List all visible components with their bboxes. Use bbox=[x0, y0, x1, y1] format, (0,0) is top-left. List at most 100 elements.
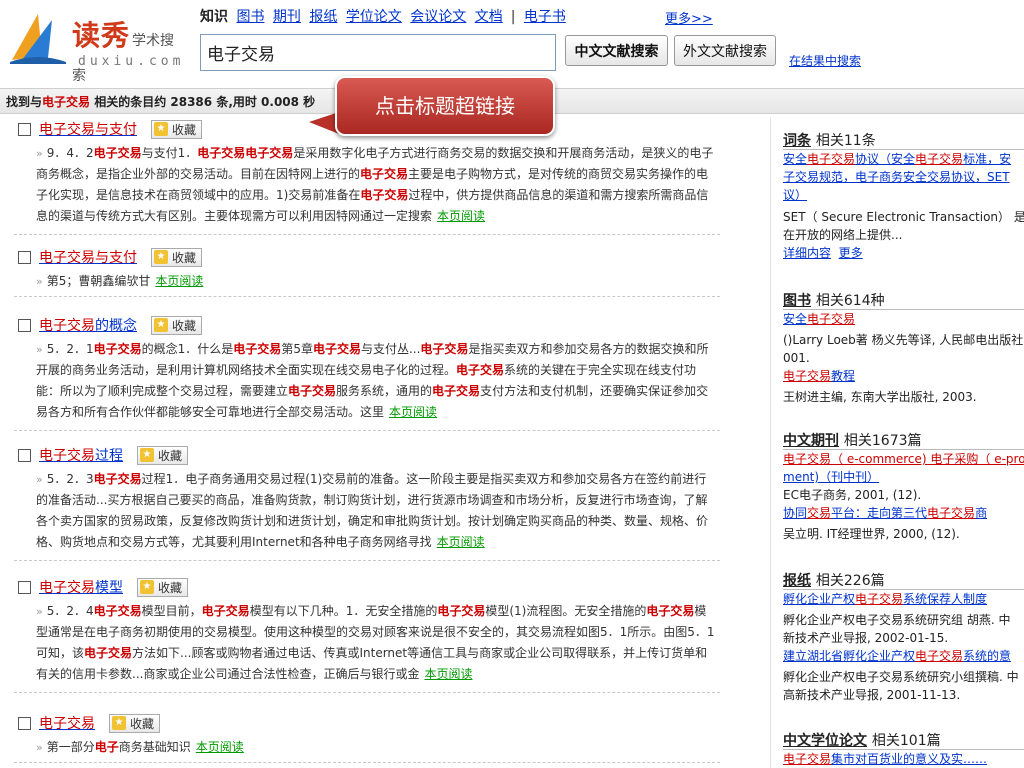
sidebar-more-link[interactable]: 更多 bbox=[839, 246, 863, 260]
callout-annotation: 点击标题超链接 bbox=[309, 76, 555, 136]
sidebar-entry-line[interactable]: 子交易规范，电子商务安全交易协议，SET bbox=[783, 168, 1024, 186]
read-page-link[interactable]: 本页阅读 bbox=[437, 535, 485, 549]
result-snippet: » 5．2．4电子交易模型目前，电子交易模型有以下几种。1．无安全措施的电子交易模… bbox=[36, 604, 715, 681]
snippet-arrow-icon: » bbox=[36, 473, 43, 486]
duxiu-logo[interactable]: 读秀 学术搜索 duxiu.com bbox=[8, 6, 185, 84]
result-checkbox[interactable] bbox=[18, 318, 31, 332]
favorite-icon: ★ bbox=[140, 580, 154, 594]
snippet-arrow-icon: » bbox=[36, 147, 43, 160]
sidebar-entry-line[interactable]: 议） bbox=[783, 186, 1024, 204]
read-page-link[interactable]: 本页阅读 bbox=[424, 667, 472, 681]
result-title-link[interactable]: 电子交易模型 bbox=[39, 577, 123, 597]
result-title-line: 电子交易与支付 ★ 收藏 bbox=[18, 246, 203, 268]
nav-separator: | bbox=[510, 9, 516, 25]
favorite-icon: ★ bbox=[154, 250, 168, 264]
result-divider bbox=[14, 692, 720, 693]
sidebar-entry-desc: 在开放的网络上提供... bbox=[783, 228, 903, 242]
favorite-icon: ★ bbox=[140, 448, 154, 462]
sidebar-journal-title[interactable]: ment)（刊中刊） bbox=[783, 468, 1024, 486]
results-list: 电子交易与支付 ★ 收藏 » 9．4．2电子交易与支付1．电子交易电子交易是采用数字化电… bbox=[0, 118, 755, 768]
sidebar-newspaper-meta: 孵化企业产权电子交易系统研究组 胡燕. 中 bbox=[783, 613, 1011, 627]
sidebar-section-newspapers: 报纸 相关226篇 孵化企业产权电子交易系统保荐人制度 孵化企业产权电子交易系统… bbox=[783, 570, 1024, 704]
sidebar-head-newspapers[interactable]: 报纸 相关226篇 bbox=[783, 570, 1024, 590]
sidebar-newspaper-meta: 新技术产业导报, 2002-01-15. bbox=[783, 631, 949, 645]
result-title-link[interactable]: 电子交易 bbox=[39, 713, 95, 733]
favorite-button[interactable]: ★ 收藏 bbox=[151, 315, 203, 335]
result-checkbox[interactable] bbox=[18, 250, 31, 264]
sidebar-book-title[interactable]: 电子交易教程 bbox=[783, 367, 1024, 385]
result-checkbox[interactable] bbox=[18, 122, 31, 136]
read-page-link[interactable]: 本页阅读 bbox=[155, 274, 203, 288]
search-input[interactable] bbox=[200, 34, 556, 71]
nav-newspapers[interactable]: 报纸 bbox=[309, 9, 337, 25]
sidebar-entry-line[interactable]: 安全电子交易协议（安全电子交易标准，安 bbox=[783, 150, 1024, 168]
favorite-icon: ★ bbox=[154, 122, 168, 136]
sidebar-head-books[interactable]: 图书 相关614种 bbox=[783, 290, 1024, 310]
sidebar-section-journals: 中文期刊 相关1673篇 电子交易（ e-commerce) 电子采购（ e-p… bbox=[783, 430, 1024, 543]
sidebar-head-entries[interactable]: 词条 相关11条 bbox=[783, 130, 1024, 150]
read-page-link[interactable]: 本页阅读 bbox=[389, 405, 437, 419]
favorite-icon: ★ bbox=[112, 716, 126, 730]
sidebar-journal-title[interactable]: 协同交易平台：走向第三代电子交易商 bbox=[783, 504, 1024, 522]
result-title-link[interactable]: 电子交易的概念 bbox=[39, 315, 137, 335]
sidebar-section-books: 图书 相关614种 安全电子交易 ()Larry Loeb著 杨义先等译, 人民… bbox=[783, 290, 1024, 406]
logo-domain: duxiu.com bbox=[78, 54, 185, 69]
result-title-link[interactable]: 电子交易过程 bbox=[39, 445, 123, 465]
result-title-line: 电子交易模型 ★ 收藏 bbox=[18, 576, 189, 598]
read-page-link[interactable]: 本页阅读 bbox=[437, 209, 485, 223]
favorite-button[interactable]: ★ 收藏 bbox=[151, 247, 203, 267]
callout-text: 点击标题超链接 bbox=[335, 76, 555, 136]
category-nav: 知识 图书 期刊 报纸 学位论文 会议论文 文档 | 电子书 bbox=[200, 6, 570, 26]
nav-books[interactable]: 图书 bbox=[236, 9, 264, 25]
sidebar-section-entries: 词条 相关11条 安全电子交易协议（安全电子交易标准，安 子交易规范，电子商务安… bbox=[783, 130, 1024, 262]
search-in-results-link[interactable]: 在结果中搜索 bbox=[789, 52, 861, 69]
nav-ebooks[interactable]: 电子书 bbox=[524, 9, 566, 25]
result-title-line: 电子交易 ★ 收藏 bbox=[18, 712, 161, 734]
result-checkbox[interactable] bbox=[18, 448, 31, 462]
sidebar-book-title[interactable]: 安全电子交易 bbox=[783, 310, 1024, 328]
nav-conference[interactable]: 会议论文 bbox=[410, 9, 466, 25]
nav-knowledge[interactable]: 知识 bbox=[200, 9, 228, 25]
sidebar-newspaper-title[interactable]: 孵化企业产权电子交易系统保荐人制度 bbox=[783, 590, 1024, 608]
result-snippet: » 第一部分电子商务基础知识 本页阅读 bbox=[36, 740, 244, 754]
related-sidebar: 词条 相关11条 安全电子交易协议（安全电子交易标准，安 子交易规范，电子商务安… bbox=[770, 118, 1024, 768]
nav-theses[interactable]: 学位论文 bbox=[346, 9, 402, 25]
result-title-link[interactable]: 电子交易与支付 bbox=[39, 247, 137, 267]
sidebar-journal-title[interactable]: 电子交易（ e-commerce) 电子采购（ e-proc bbox=[783, 450, 1024, 468]
nav-documents[interactable]: 文档 bbox=[475, 9, 503, 25]
sidebar-book-meta: ()Larry Loeb著 杨义先等译, 人民邮电出版社 bbox=[783, 333, 1024, 347]
more-link[interactable]: 更多>> bbox=[665, 8, 713, 27]
result-title-line: 电子交易过程 ★ 收藏 bbox=[18, 444, 189, 466]
result-snippet: » 5．2．1电子交易的概念1．什么是电子交易第5章电子交易与支付丛...电子交易… bbox=[36, 342, 709, 419]
sidebar-head-theses[interactable]: 中文学位论文 相关101篇 bbox=[783, 730, 1024, 750]
snippet-arrow-icon: » bbox=[36, 741, 43, 754]
sidebar-newspaper-title[interactable]: 建立湖北省孵化企业产权电子交易系统的意 bbox=[783, 647, 1024, 665]
read-page-link[interactable]: 本页阅读 bbox=[196, 740, 244, 754]
result-divider bbox=[14, 762, 720, 763]
result-divider bbox=[14, 234, 720, 235]
sidebar-thesis-title[interactable]: 电子交易集市对百货业的意义及实…… bbox=[783, 750, 1024, 768]
favorite-button[interactable]: ★ 收藏 bbox=[137, 577, 189, 597]
nav-journals[interactable]: 期刊 bbox=[273, 9, 301, 25]
sidebar-detail-link[interactable]: 详细内容 bbox=[783, 246, 831, 260]
result-checkbox[interactable] bbox=[18, 716, 31, 730]
favorite-button[interactable]: ★ 收藏 bbox=[151, 119, 203, 139]
snippet-arrow-icon: » bbox=[36, 343, 43, 356]
result-checkbox[interactable] bbox=[18, 580, 31, 594]
result-snippet: » 9．4．2电子交易与支付1．电子交易电子交易是采用数字化电子方式进行商务交易的… bbox=[36, 146, 714, 223]
chinese-search-button[interactable]: 中文文献搜索 bbox=[565, 35, 668, 66]
sidebar-head-journals[interactable]: 中文期刊 相关1673篇 bbox=[783, 430, 1024, 450]
result-keyword: 电子交易 bbox=[42, 95, 91, 109]
snippet-arrow-icon: » bbox=[36, 275, 43, 288]
result-title-line: 电子交易与支付 ★ 收藏 bbox=[18, 118, 203, 140]
favorite-button[interactable]: ★ 收藏 bbox=[109, 713, 161, 733]
favorite-icon: ★ bbox=[154, 318, 168, 332]
foreign-search-button[interactable]: 外文文献搜索 bbox=[674, 35, 776, 66]
result-title-link[interactable]: 电子交易与支付 bbox=[39, 119, 137, 139]
sidebar-newspaper-meta: 孵化企业产权电子交易系统研究小组撰稿. 中 bbox=[783, 670, 1019, 684]
favorite-button[interactable]: ★ 收藏 bbox=[137, 445, 189, 465]
result-divider bbox=[14, 296, 720, 297]
sidebar-book-meta: 王树进主编, 东南大学出版社, 2003. bbox=[783, 390, 977, 404]
sidebar-journal-meta: EC电子商务, 2001, (12). bbox=[783, 488, 922, 502]
sidebar-entry-desc: SET（ Secure Electronic Transaction） 是 bbox=[783, 210, 1024, 224]
